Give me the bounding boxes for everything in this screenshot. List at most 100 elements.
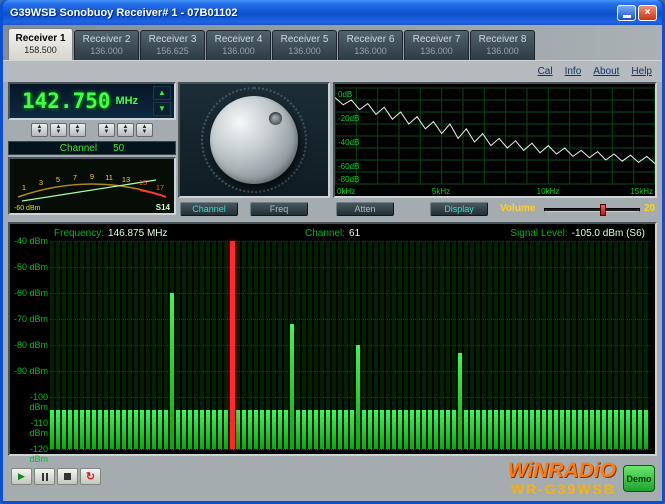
spectrum-signal-label: Signal Level: (510, 228, 567, 239)
audio-spectrum: 0dB-20dB-40dB-60dB-80dB0kHz5kHz10kHz15kH… (333, 82, 657, 198)
spectrum-bar (362, 410, 366, 449)
meter-scale-number: 9 (90, 172, 94, 181)
spectrum-bar (344, 410, 348, 449)
meter-scale-number: 5 (56, 175, 60, 184)
spectrum-grid-line (50, 319, 650, 320)
play-button[interactable]: ▶ (11, 468, 32, 485)
frequency-up-button[interactable]: ▲ (153, 86, 171, 100)
spectrum-grid-line (50, 449, 650, 450)
tab-label: Receiver 4 (215, 34, 263, 46)
tab-receiver-7[interactable]: Receiver 7136.000 (404, 30, 469, 60)
digit-stepper-6[interactable]: ▲▼ (136, 123, 153, 137)
atten-button[interactable]: Atten (336, 202, 394, 216)
demo-button[interactable]: Demo (623, 465, 655, 492)
titlebar[interactable]: G39WSB Sonobuoy Receiver# 1 - 07B01102 × (3, 0, 662, 25)
audio-trace (335, 98, 655, 164)
link-info[interactable]: Info (565, 66, 582, 77)
brand-model: WR-G39WSB (508, 482, 616, 497)
stepper-down-icon: ▼ (142, 130, 148, 135)
tuning-knob[interactable] (210, 96, 298, 184)
tab-label: Receiver 8 (479, 34, 527, 46)
spectrum-signal-readout: Signal Level:-105.0 dBm (S6) (510, 228, 645, 239)
link-cal[interactable]: Cal (538, 66, 553, 77)
spectrum-bar (68, 410, 72, 449)
audio-y-label: 0dB (338, 90, 352, 99)
brand-logo: WiNRADiO WR-G39WSB (508, 459, 616, 497)
spectrum-bar (626, 410, 630, 449)
spectrum-bar (374, 410, 378, 449)
spectrum-bar (200, 410, 204, 449)
spectrum-bar (578, 410, 582, 449)
link-about[interactable]: About (593, 66, 619, 77)
spectrum-bar (248, 410, 252, 449)
link-bar: Cal Info About Help (3, 60, 662, 82)
frequency-display: 142.750 MHz ▲ ▼ (8, 82, 176, 120)
spectrum-bar (212, 410, 216, 449)
pause-button[interactable] (34, 468, 55, 485)
spectrum-bar (566, 410, 570, 449)
frequency-down-button[interactable]: ▼ (153, 102, 171, 116)
audio-y-label: -20dB (338, 114, 359, 123)
spectrum-bar (116, 410, 120, 449)
spectrum-y-label: -110 dBm (10, 418, 48, 438)
close-button[interactable]: × (638, 5, 657, 21)
channel-mode-button[interactable]: Channel (180, 202, 238, 216)
digit-stepper-4[interactable]: ▲▼ (98, 123, 115, 137)
minimize-icon (623, 15, 631, 18)
digit-stepper-2[interactable]: ▲▼ (50, 123, 67, 137)
spectrum-bar (590, 410, 594, 449)
spectrum-y-label: -60 dBm (10, 288, 48, 298)
spectrum-bar (188, 410, 192, 449)
audio-x-label: 5kHz (432, 187, 450, 196)
spectrum-bar (218, 410, 222, 449)
frequency-arrows: ▲ ▼ (153, 86, 171, 116)
spectrum-y-label: -80 dBm (10, 340, 48, 350)
digit-stepper-3[interactable]: ▲▼ (69, 123, 86, 137)
spectrum-frequency-readout: Frequency:146.875 MHz (54, 228, 168, 239)
spectrum-bar (194, 410, 198, 449)
volume-slider[interactable] (544, 208, 640, 212)
tab-receiver-2[interactable]: Receiver 2136.000 (74, 30, 139, 60)
tab-bar: Receiver 1158.500Receiver 2136.000Receiv… (8, 28, 535, 60)
spectrum-bar (158, 410, 162, 449)
spectrum-bar (398, 410, 402, 449)
spectrum-bar (476, 410, 480, 449)
tab-receiver-8[interactable]: Receiver 8136.000 (470, 30, 535, 60)
digit-stepper-1[interactable]: ▲▼ (31, 123, 48, 137)
freq-mode-button[interactable]: Freq (250, 202, 308, 216)
volume-value: 20 (644, 203, 655, 214)
stop-button[interactable] (57, 468, 78, 485)
tab-label: Receiver 2 (83, 34, 131, 46)
spectrum-plot[interactable] (50, 241, 650, 449)
spectrum-bar (524, 410, 528, 449)
spectrum-bar (632, 410, 636, 449)
tab-receiver-1[interactable]: Receiver 1158.500 (8, 28, 73, 60)
audio-x-label: 15kHz (630, 187, 653, 196)
spectrum-bar (440, 410, 444, 449)
meter-scale-number: 15 (139, 178, 147, 187)
tab-receiver-6[interactable]: Receiver 6136.000 (338, 30, 403, 60)
spectrum-grid-line (50, 345, 650, 346)
audio-x-label: 0kHz (337, 187, 355, 196)
spectrum-bar (260, 410, 264, 449)
tab-receiver-4[interactable]: Receiver 4136.000 (206, 30, 271, 60)
tab-receiver-5[interactable]: Receiver 5136.000 (272, 30, 337, 60)
display-button[interactable]: Display (430, 202, 488, 216)
spectrum-bar (386, 410, 390, 449)
minimize-button[interactable] (617, 5, 636, 21)
spectrum-bar (140, 410, 144, 449)
stepper-down-icon: ▼ (56, 130, 62, 135)
spectrum-channel-value: 61 (349, 228, 360, 239)
digit-stepper-5[interactable]: ▲▼ (117, 123, 134, 137)
loop-button[interactable]: ↻ (80, 468, 101, 485)
knob-dimple (269, 112, 282, 125)
tab-receiver-3[interactable]: Receiver 3156.625 (140, 30, 205, 60)
pause-icon (42, 473, 48, 481)
spectrum-bar (62, 410, 66, 449)
tab-frequency: 156.625 (156, 46, 189, 57)
spectrum-channel-readout: Channel:61 (305, 228, 360, 239)
tab-frequency: 136.000 (90, 46, 123, 57)
spectrum-bar (410, 410, 414, 449)
volume-thumb[interactable] (600, 204, 606, 216)
link-help[interactable]: Help (631, 66, 652, 77)
